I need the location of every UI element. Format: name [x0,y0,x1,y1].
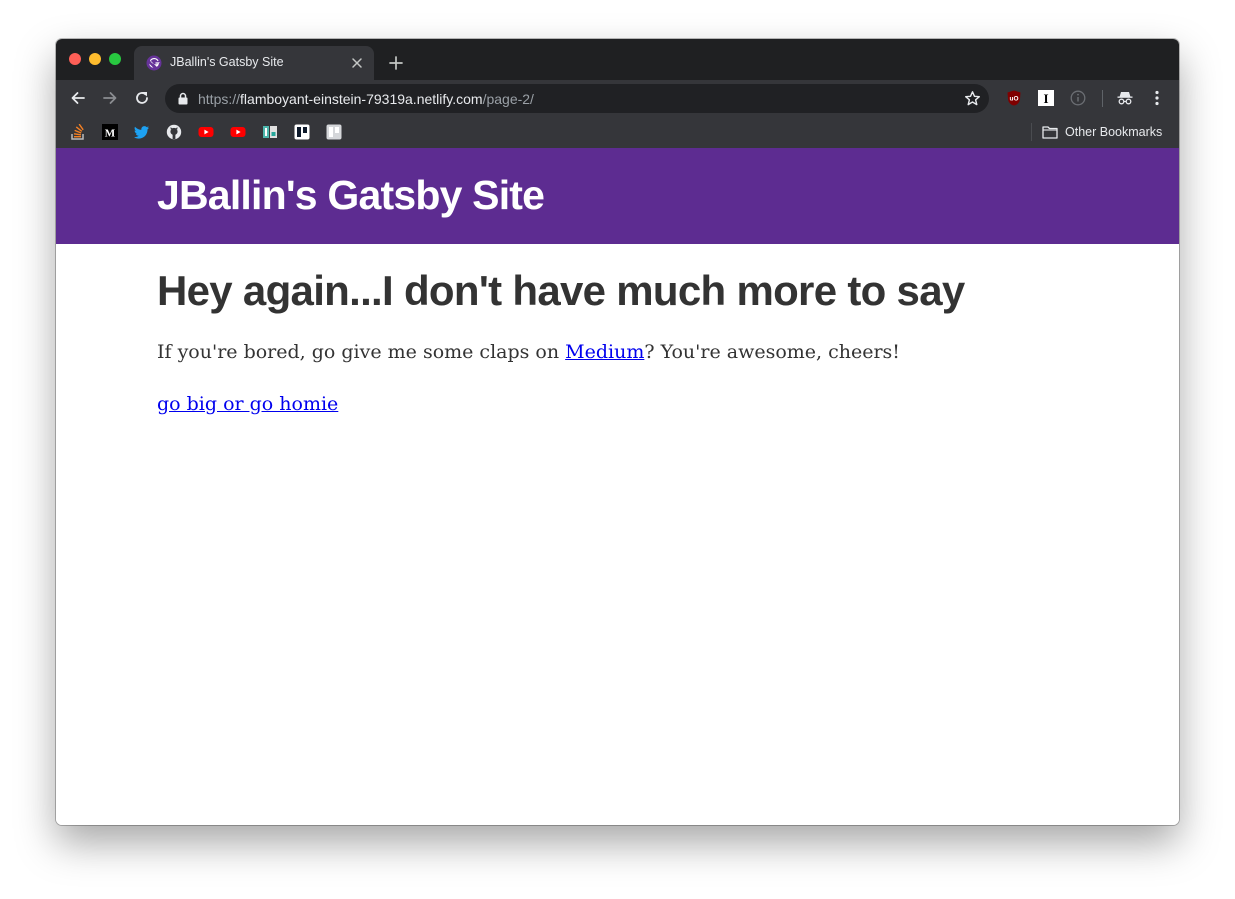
youtube-icon[interactable] [198,124,214,140]
forward-icon[interactable] [101,89,119,107]
browser-tab[interactable]: JBallin's Gatsby Site [134,46,374,80]
home-link[interactable]: go big or go homie [157,393,338,415]
toolbar-divider [1102,90,1103,107]
paragraph-text-after: ? You're awesome, cheers! [644,341,900,363]
instapaper-icon[interactable]: I [1037,89,1055,107]
web-page: JBallin's Gatsby Site Hey again...I don'… [56,148,1179,825]
other-bookmarks-label: Other Bookmarks [1065,125,1163,139]
new-tab-icon[interactable] [388,55,404,71]
gatsby-icon [146,55,162,71]
folder-icon [1042,126,1058,139]
stack-overflow-icon[interactable] [70,124,86,140]
site-title-link[interactable]: JBallin's Gatsby Site [157,172,545,219]
trello-icon[interactable] [326,124,342,140]
bookmarks-bar: M Other Bookmarks [56,117,1179,149]
close-icon[interactable] [350,56,364,70]
lock-icon[interactable] [177,92,189,105]
close-window-button[interactable] [69,53,81,65]
menu-icon[interactable] [1148,89,1166,107]
bookmark-app-icon[interactable] [262,124,278,140]
ublock-origin-icon[interactable]: uO [1005,89,1023,107]
toolbar: https://flamboyant-einstein-79319a.netli… [56,80,1179,117]
svg-text:M: M [105,128,116,140]
bookmarks-divider [1031,123,1032,141]
trello-icon[interactable] [294,124,310,140]
svg-text:uO: uO [1009,96,1018,103]
medium-icon[interactable]: M [102,124,118,140]
twitter-icon[interactable] [134,124,150,140]
reload-icon[interactable] [133,89,151,107]
tab-strip: JBallin's Gatsby Site [56,39,1179,80]
back-icon[interactable] [69,89,87,107]
info-icon[interactable] [1069,89,1087,107]
minimize-window-button[interactable] [89,53,101,65]
other-bookmarks-button[interactable]: Other Bookmarks [1042,123,1162,141]
url-text: https://flamboyant-einstein-79319a.netli… [198,91,534,107]
intro-paragraph: If you're bored, go give me some claps o… [157,341,900,363]
star-icon[interactable] [964,90,981,107]
incognito-icon[interactable] [1116,89,1134,107]
url-scheme: https:// [198,91,241,107]
paragraph-text-before: If you're bored, go give me some claps o… [157,341,566,363]
svg-text:I: I [1043,91,1048,106]
github-icon[interactable] [166,124,182,140]
address-bar[interactable]: https://flamboyant-einstein-79319a.netli… [165,84,989,113]
zoom-window-button[interactable] [109,53,121,65]
tab-title: JBallin's Gatsby Site [170,55,284,69]
url-host: flamboyant-einstein-79319a.netlify.com [240,91,483,107]
youtube-icon[interactable] [230,124,246,140]
browser-window: JBallin's Gatsby Site https://flamboyant… [56,39,1179,825]
site-header: JBallin's Gatsby Site [56,148,1179,244]
url-path: /page-2/ [482,91,534,107]
medium-link[interactable]: Medium [565,341,644,363]
page-heading: Hey again...I don't have much more to sa… [157,267,965,314]
